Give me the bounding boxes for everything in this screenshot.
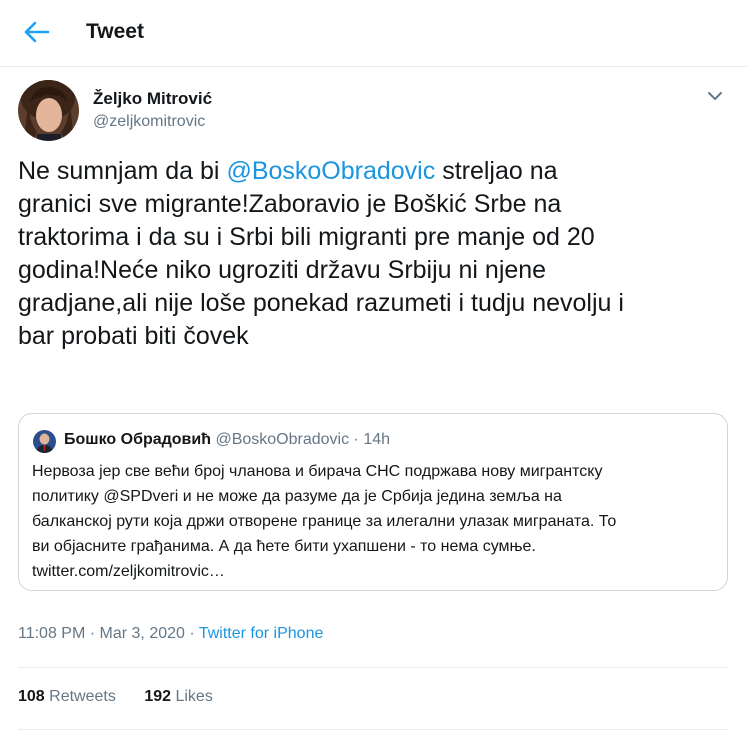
likes-label: Likes (175, 688, 213, 705)
tweet-text-line: traktorima i da su i Srbi bili migranti … (18, 223, 595, 251)
divider (18, 729, 729, 730)
tweet-text-line: godina!Neće niko ugroziti državu Srbiju … (18, 256, 547, 284)
quote-text-line: балканској рути која држи отворене грани… (32, 513, 617, 530)
quoted-tweet[interactable]: Бошко Обрадовић @BoskoObradovic · 14h Не… (18, 413, 728, 591)
meta-separator: · (89, 625, 100, 642)
quote-text: Нервоза јер све већи број чланова и бира… (32, 459, 722, 584)
avatar[interactable] (18, 80, 79, 141)
top-bar: Tweet (0, 0, 747, 67)
quote-time: 14h (363, 431, 391, 448)
likes-stat[interactable]: 192 Likes (144, 688, 213, 705)
tweet-text-line: Ne sumnjam da bi @BoskoObradovic strelja… (18, 157, 558, 185)
tweet-source-link[interactable]: Twitter for iPhone (199, 625, 324, 642)
quote-avatar-image (33, 430, 56, 453)
quote-avatar (33, 430, 56, 453)
retweets-label: Retweets (49, 688, 116, 705)
divider (18, 667, 729, 668)
tweet-text-line: granici sve migrante!Zaboravio je Boškić… (18, 190, 562, 218)
quote-text-line: twitter.com/zeljkomitrovic… (32, 563, 225, 580)
tweet-stats: 108 Retweets 192 Likes (18, 688, 237, 706)
author-name[interactable]: Željko Mitrović (93, 89, 212, 109)
author-handle[interactable]: @zeljkomitrovic (93, 113, 205, 131)
meta-separator: · (189, 625, 199, 642)
quote-text-line: политику @SPDveri и не може да разуме да… (32, 488, 562, 505)
back-button[interactable] (22, 17, 52, 47)
quote-text-line: ви објасните грађанима. А да ћете бити у… (32, 538, 536, 555)
tweet-date[interactable]: Mar 3, 2020 (100, 625, 185, 642)
tweet-time[interactable]: 11:08 PM (18, 625, 85, 642)
quote-header: Бошко Обрадовић @BoskoObradovic · 14h (64, 431, 390, 449)
likes-count: 192 (144, 688, 172, 705)
quote-text-line: Нервоза јер све већи број чланова и бира… (32, 463, 603, 480)
tweet-text-line: bar probati biti čovek (18, 322, 249, 350)
mention-link[interactable]: @BoskoObradovic (226, 157, 435, 185)
avatar-image (18, 80, 79, 141)
tweet-author: Željko Mitrović @zeljkomitrovic (18, 80, 729, 142)
quote-author-handle: @BoskoObradovic (215, 431, 350, 448)
page-title: Tweet (86, 20, 144, 43)
chevron-down-icon (708, 92, 722, 100)
tweet-text-line: gradjane,ali nije loše ponekad razumeti … (18, 289, 624, 317)
retweets-stat[interactable]: 108 Retweets (18, 688, 116, 705)
tweet-metadata: 11:08 PM · Mar 3, 2020 · Twitter for iPh… (18, 625, 323, 643)
arrow-left-icon (24, 21, 50, 43)
quote-author-name: Бошко Обрадовић (64, 431, 211, 448)
more-options-button[interactable] (705, 88, 725, 104)
quote-separator: · (353, 431, 359, 448)
retweets-count: 108 (18, 688, 45, 705)
tweet-text: Ne sumnjam da bi @BoskoObradovic strelja… (18, 155, 718, 353)
